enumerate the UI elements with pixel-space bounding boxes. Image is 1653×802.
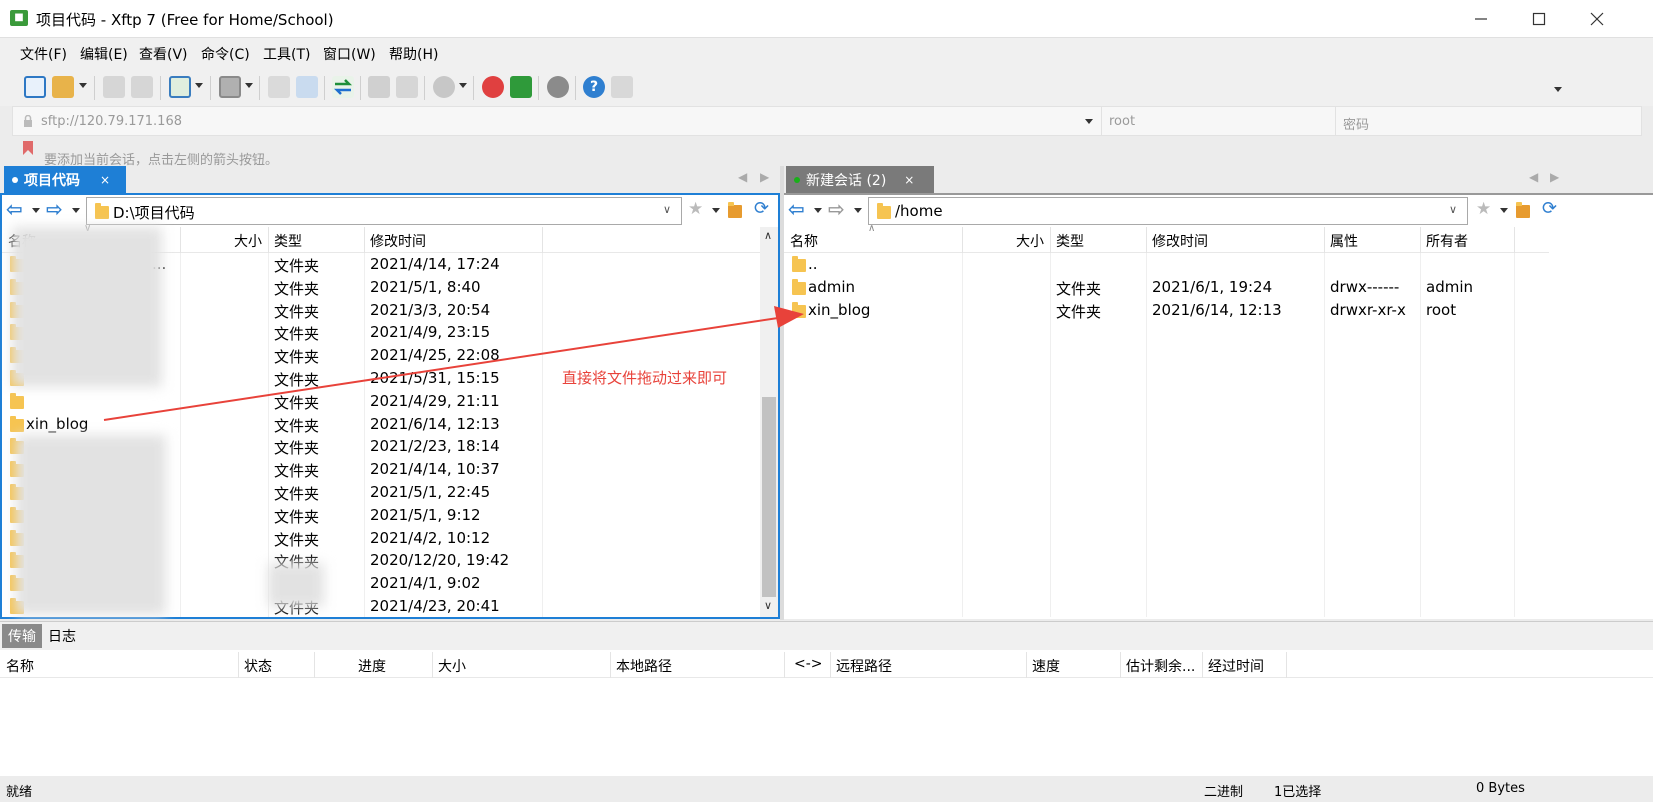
column-divider[interactable]	[432, 652, 433, 678]
column-divider[interactable]	[1120, 652, 1121, 678]
col-local-path[interactable]: 本地路径	[616, 656, 672, 676]
column-divider[interactable]	[314, 652, 315, 678]
col-status[interactable]: 状态	[244, 656, 272, 676]
selection-size: 0 Bytes	[1476, 781, 1525, 796]
transfer-tab-strip: 传输 日志	[0, 622, 1653, 650]
annotation-text: 直接将文件拖动过来即可	[562, 369, 728, 387]
tab-transfer[interactable]: 传输	[2, 624, 42, 648]
column-divider[interactable]	[784, 652, 785, 678]
col-remote-path[interactable]: 远程路径	[836, 656, 892, 676]
status-text: 就绪	[6, 785, 33, 800]
transfer-mode[interactable]: 二进制	[1204, 781, 1243, 800]
col-size[interactable]: 大小	[438, 656, 466, 676]
column-divider[interactable]	[830, 652, 831, 678]
col-elapsed[interactable]: 经过时间	[1208, 656, 1264, 676]
column-divider[interactable]	[610, 652, 611, 678]
col-name[interactable]: 名称	[6, 656, 34, 676]
arrow-head	[774, 306, 804, 328]
column-divider[interactable]	[1202, 652, 1203, 678]
col-direction[interactable]: <->	[794, 656, 823, 672]
tab-log[interactable]: 日志	[48, 626, 76, 646]
column-divider[interactable]	[1026, 652, 1027, 678]
transfer-list-header: 名称 状态 进度 大小 本地路径 <-> 远程路径 速度 估计剩余... 经过时…	[0, 652, 1653, 678]
col-eta[interactable]: 估计剩余...	[1126, 656, 1195, 676]
col-speed[interactable]: 速度	[1032, 656, 1060, 676]
selection-count: 1已选择	[1274, 785, 1322, 800]
column-divider[interactable]	[238, 652, 239, 678]
column-divider[interactable]	[1286, 652, 1287, 678]
xftp-window: ■ 项目代码 - Xftp 7 (Free for Home/School) 文…	[0, 0, 1653, 802]
transfer-panel: 传输 日志 名称 状态 进度 大小 本地路径 <-> 远程路径 速度 估计剩余.…	[0, 621, 1653, 776]
status-bar: 就绪 二进制 1已选择 0 Bytes	[0, 776, 1653, 802]
col-progress[interactable]: 进度	[358, 656, 386, 676]
